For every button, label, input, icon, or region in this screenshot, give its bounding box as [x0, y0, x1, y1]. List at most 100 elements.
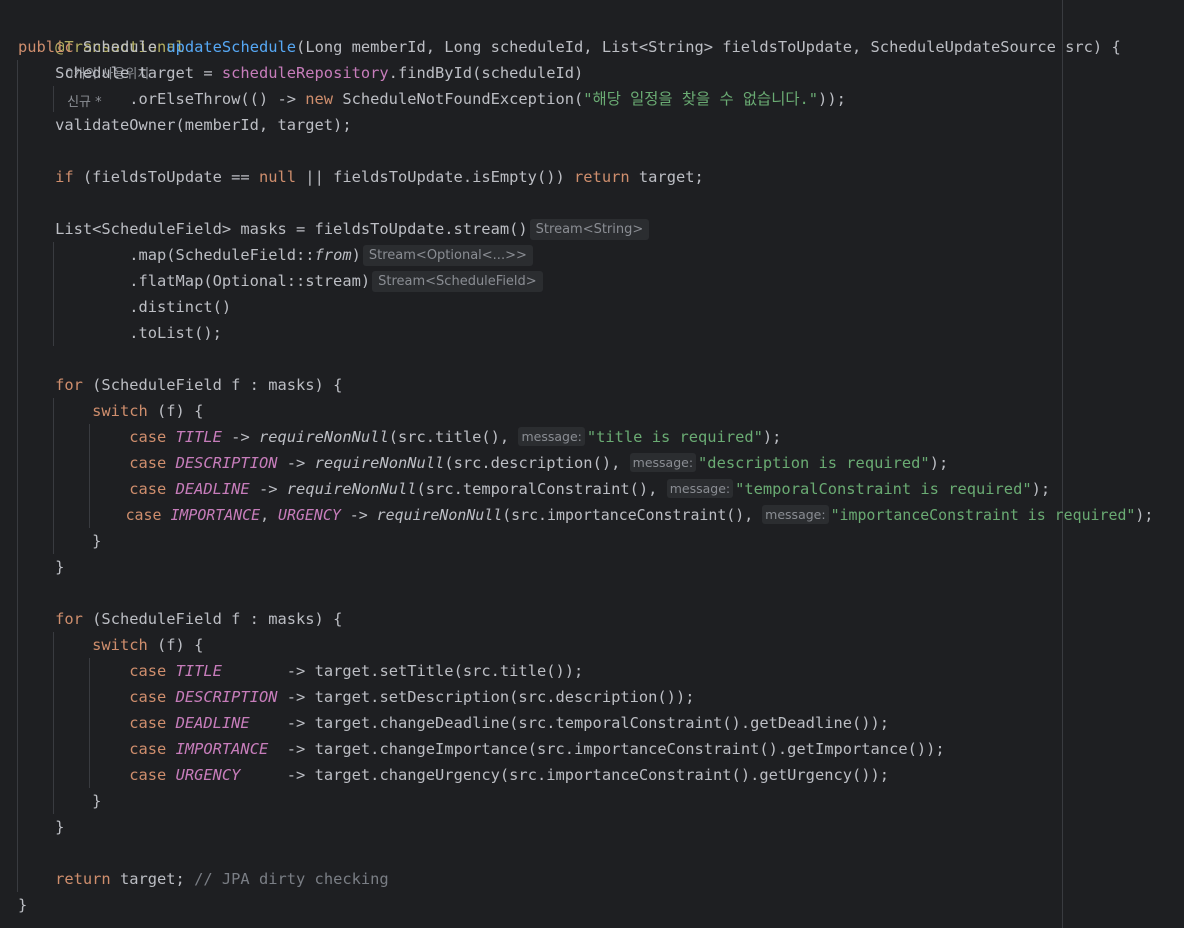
method-name[interactable]: updateSchedule: [166, 38, 296, 56]
code-line: validateOwner(memberId, target);: [18, 112, 352, 138]
type-inlay-hint: Stream<ScheduleField>: [372, 271, 543, 292]
keyword: new: [305, 90, 334, 108]
closing-brace: }: [55, 818, 65, 836]
keyword: case: [129, 662, 167, 680]
code-line: case DEADLINE -> target.changeDeadline(s…: [18, 710, 889, 736]
string-literal: "description is required": [698, 454, 930, 472]
code-line: }: [18, 892, 27, 918]
code-text: ->: [221, 428, 259, 446]
string-literal: "title is required": [586, 428, 763, 446]
code-text: -> target.changeDeadline(src.temporalCon…: [286, 714, 890, 732]
right-margin-guide: [1062, 0, 1063, 928]
closing-brace: }: [55, 558, 65, 576]
code-text: (src.temporalConstraint(),: [416, 480, 667, 498]
keyword: case: [129, 454, 167, 472]
code-text: ));: [818, 90, 846, 108]
code-text: ->: [277, 454, 315, 472]
parameter-name-hint: message:: [762, 505, 829, 524]
code-line: .map(ScheduleField::from) Stream<Optional…: [18, 242, 533, 268]
code-line: .orElseThrow(() -> new ScheduleNotFoundE…: [18, 86, 846, 112]
keyword: case: [129, 714, 167, 732]
keyword: return: [574, 168, 630, 186]
code-text: -> target.changeImportance(src.importanc…: [286, 740, 945, 758]
keyword: if: [55, 168, 74, 186]
code-text: (f) {: [147, 402, 204, 420]
code-text: -> target.setTitle(src.title());: [286, 662, 584, 680]
code-text: (ScheduleField f : masks) {: [82, 376, 343, 394]
enum-constant: TITLE: [175, 428, 222, 446]
closing-brace: }: [92, 532, 102, 550]
code-line: case DESCRIPTION -> target.setDescriptio…: [18, 684, 694, 710]
code-line: if (fieldsToUpdate == null || fieldsToUp…: [18, 164, 704, 190]
enum-constant: URGENCY: [278, 506, 341, 524]
code-text: );: [1031, 480, 1051, 498]
closing-brace: }: [92, 792, 102, 810]
code-text: target;: [629, 168, 704, 186]
static-method-call: requireNonNull: [258, 428, 389, 446]
return-type: Schedule: [82, 38, 158, 56]
code-text: .toList();: [129, 324, 222, 342]
code-text: .findById(scheduleId): [388, 64, 584, 82]
enum-constant: TITLE: [175, 662, 222, 680]
closing-brace: }: [18, 896, 28, 914]
static-method-call: requireNonNull: [376, 506, 503, 524]
code-text: || fieldsToUpdate.isEmpty()): [296, 168, 575, 186]
code-text: (src.description(),: [444, 454, 630, 472]
code-line: switch (f) {: [18, 632, 203, 658]
code-text: .orElseThrow(() ->: [129, 90, 306, 108]
string-literal: "해당 일정을 찾을 수 없습니다.": [583, 90, 819, 108]
code-text: (ScheduleField f : masks) {: [82, 610, 343, 628]
code-line: }: [18, 814, 64, 840]
code-line: .distinct(): [18, 294, 231, 320]
keyword: for: [55, 376, 83, 394]
code-text: .distinct(): [129, 298, 232, 316]
parameter-name-hint: message:: [629, 453, 697, 472]
code-text: ScheduleNotFoundException(: [333, 90, 584, 108]
string-literal: "importanceConstraint is required": [830, 506, 1136, 524]
keyword: case: [129, 428, 167, 446]
comment: // JPA dirty checking: [194, 870, 389, 888]
code-text: (src.title(),: [388, 428, 519, 446]
code-line-method-signature: public Schedule updateSchedule(Long memb…: [18, 34, 1121, 60]
code-line: case TITLE -> requireNonNull(src.title()…: [18, 424, 781, 450]
enum-constant: DESCRIPTION: [175, 454, 278, 472]
keyword: case: [129, 740, 167, 758]
keyword: null: [258, 168, 297, 186]
code-text: List<ScheduleField> masks = fieldsToUpda…: [55, 220, 528, 238]
keyword: case: [125, 506, 162, 524]
code-text: (fieldsToUpdate ==: [73, 168, 259, 186]
code-text: .map(ScheduleField::: [129, 246, 315, 264]
code-line: return target; // JPA dirty checking: [18, 866, 389, 892]
code-line: case IMPORTANCE, URGENCY -> requireNonNu…: [18, 502, 1153, 528]
code-text: );: [1135, 506, 1154, 524]
code-line: case URGENCY -> target.changeUrgency(src…: [18, 762, 889, 788]
type-inlay-hint: Stream<String>: [529, 219, 650, 240]
keyword: switch: [92, 402, 148, 420]
code-text: (f) {: [147, 636, 204, 654]
code-text: );: [929, 454, 949, 472]
code-text: ,: [260, 506, 279, 524]
code-line: .toList();: [18, 320, 222, 346]
static-method-call: requireNonNull: [286, 480, 417, 498]
code-text: -> target.setDescription(src.description…: [286, 688, 695, 706]
keyword: public: [18, 38, 74, 56]
code-text: ->: [340, 506, 377, 524]
code-text: ->: [249, 480, 287, 498]
code-text: validateOwner(memberId, target);: [55, 116, 352, 134]
code-editor[interactable]: @Transactional 0개의 사용위치 신규 * public Sche…: [0, 0, 1184, 928]
keyword: case: [129, 480, 167, 498]
enum-constant: DESCRIPTION: [175, 688, 278, 706]
code-line: Schedule target = scheduleRepository.fin…: [18, 60, 583, 86]
parameter-name-hint: message:: [666, 479, 734, 498]
type-inlay-hint: Stream<Optional<...>>: [362, 245, 533, 266]
enum-constant: IMPORTANCE: [170, 506, 261, 524]
enum-constant: DEADLINE: [175, 480, 250, 498]
code-line: for (ScheduleField f : masks) {: [18, 606, 342, 632]
code-line: case DEADLINE -> requireNonNull(src.temp…: [18, 476, 1050, 502]
code-text: target;: [110, 870, 195, 888]
code-line: switch (f) {: [18, 398, 203, 424]
